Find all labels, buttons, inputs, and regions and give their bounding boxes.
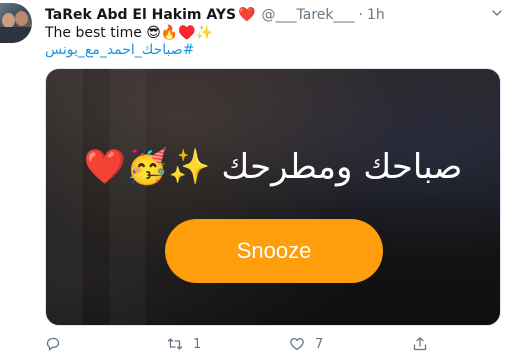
chevron-down-icon[interactable] [492,8,502,18]
tweet-text: The best time 😎🔥♥️✨ [45,25,214,41]
heart-icon [290,337,304,351]
tweet-header: TaRek Abd El Hakim AYS ❤️ @___Tarek___ ·… [45,5,385,25]
avatar-face [2,13,15,28]
tweet[interactable]: TaRek Abd El Hakim AYS ❤️ @___Tarek___ ·… [0,0,510,363]
reply-button[interactable] [45,336,71,352]
like-button[interactable]: 7 [289,336,323,352]
avatar[interactable] [0,3,32,43]
separator: · [358,7,363,23]
share-icon [413,337,427,351]
like-count: 7 [315,336,324,352]
timestamp[interactable]: 1h [367,7,385,23]
name-emoji: ❤️ [238,7,256,23]
retweet-count: 1 [193,336,202,352]
tweet-actions: 1 7 [45,336,445,352]
author-name[interactable]: TaRek Abd El Hakim AYS [45,7,236,23]
hashtag-link[interactable]: #صباحك_احمد_مع_يونس [45,42,194,59]
media-card[interactable]: صباحك ومطرحك ✨🥳❤️ Snooze [45,68,501,326]
snooze-button[interactable]: Snooze [165,219,383,283]
reply-icon [46,337,60,351]
author-handle[interactable]: @___Tarek___ [262,7,355,23]
share-button[interactable] [412,336,428,352]
avatar-body [0,27,32,43]
avatar-face [15,11,28,26]
media-caption: صباحك ومطرحك ✨🥳❤️ [83,147,463,187]
retweet-icon [167,338,183,350]
retweet-button[interactable]: 1 [167,336,201,352]
